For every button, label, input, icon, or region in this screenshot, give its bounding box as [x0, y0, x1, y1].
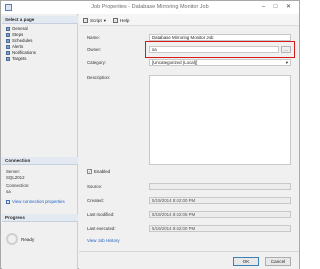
view-connection-label: View connection properties	[12, 199, 65, 204]
page-icon	[6, 26, 10, 31]
view-connection-link[interactable]: View connection properties	[6, 199, 65, 204]
page-icon	[6, 32, 10, 37]
script-icon	[83, 18, 88, 23]
progress-header: Progress	[2, 214, 78, 222]
last-executed-field: 5/19/2014 9:42:00 PM	[149, 225, 291, 232]
name-label: Name:	[87, 35, 100, 40]
sidebar-item-steps[interactable]: Steps	[6, 32, 23, 37]
sidebar-item-label: Targets	[12, 56, 27, 61]
sidebar-item-schedules[interactable]: Schedules	[6, 38, 33, 43]
job-properties-window: Job Properties - Database Mirroring Moni…	[0, 0, 300, 269]
sidebar-item-label: General	[12, 26, 28, 31]
sidebar-item-notifications[interactable]: Notifications	[6, 50, 36, 55]
progress-spinner-icon	[6, 233, 18, 245]
ok-button[interactable]: OK	[233, 257, 259, 266]
sidebar-item-alerts[interactable]: Alerts	[6, 44, 23, 49]
dialog-buttons: OK Cancel	[79, 251, 299, 269]
name-field[interactable]: Database Mirroring Monitor Job	[149, 34, 291, 41]
sidebar-item-label: Steps	[12, 32, 24, 37]
owner-field[interactable]: sa	[149, 46, 279, 53]
sidebar-item-general[interactable]: General	[6, 26, 28, 31]
source-field	[149, 183, 291, 190]
view-job-history-link[interactable]: View Job History	[87, 238, 120, 243]
connection-header: Connection	[2, 157, 78, 165]
owner-label: Owner:	[87, 47, 102, 52]
enabled-label: Enabled	[94, 169, 111, 174]
connection-properties-icon	[6, 199, 10, 204]
minimize-button[interactable]: –	[259, 3, 268, 11]
page-icon	[6, 50, 10, 55]
chevron-down-icon: ▾	[103, 17, 107, 23]
sidebar-item-targets[interactable]: Targets	[6, 56, 26, 61]
help-label: Help	[120, 18, 130, 23]
page-icon	[6, 44, 10, 49]
progress-status-text: Ready	[21, 236, 35, 242]
close-button[interactable]: ✕	[284, 3, 293, 11]
sidebar: Select a page General Steps Schedules Al…	[2, 14, 78, 269]
enabled-checkbox[interactable]: ✓	[87, 169, 92, 174]
last-executed-label: Last executed:	[87, 226, 116, 231]
toolbar: Script ▾ Help	[79, 14, 299, 26]
server-label: Server:	[6, 169, 21, 174]
chevron-down-icon: ▾	[285, 60, 288, 65]
script-button[interactable]: Script ▾	[83, 17, 106, 24]
page-icon	[6, 38, 10, 43]
category-value: [Uncategorized (Local)]	[152, 60, 198, 65]
sidebar-item-label: Schedules	[12, 38, 33, 43]
description-field[interactable]	[149, 75, 291, 165]
select-page-header: Select a page	[2, 16, 78, 24]
last-modified-label: Last modified:	[87, 212, 115, 217]
connection-label: Connection:	[6, 183, 30, 188]
progress-status: Ready	[6, 233, 34, 245]
description-label: Description:	[87, 75, 111, 80]
maximize-button[interactable]: □	[271, 3, 280, 11]
page-icon	[6, 56, 10, 61]
last-modified-field: 5/19/2014 8:42:05 PM	[149, 211, 291, 218]
cancel-button[interactable]: Cancel	[265, 257, 291, 266]
sidebar-item-label: Notifications	[12, 50, 36, 55]
help-icon	[113, 18, 118, 23]
server-value: SQL2012	[6, 175, 25, 180]
help-button[interactable]: Help	[113, 17, 129, 24]
sidebar-item-label: Alerts	[12, 44, 24, 49]
category-label: Category:	[87, 60, 107, 65]
category-select[interactable]: [Uncategorized (Local)] ▾	[149, 59, 291, 66]
created-field: 5/19/2014 8:42:00 PM	[149, 197, 291, 204]
window-title: Job Properties - Database Mirroring Moni…	[91, 4, 209, 10]
source-label: Source:	[87, 184, 103, 189]
general-page: Name: Database Mirroring Monitor Job Own…	[79, 27, 299, 251]
created-label: Created:	[87, 198, 104, 203]
script-label: Script	[90, 18, 102, 23]
connection-value: sa	[6, 189, 11, 194]
owner-browse-button[interactable]: ...	[281, 46, 291, 53]
title-bar: Job Properties - Database Mirroring Moni…	[1, 1, 299, 14]
